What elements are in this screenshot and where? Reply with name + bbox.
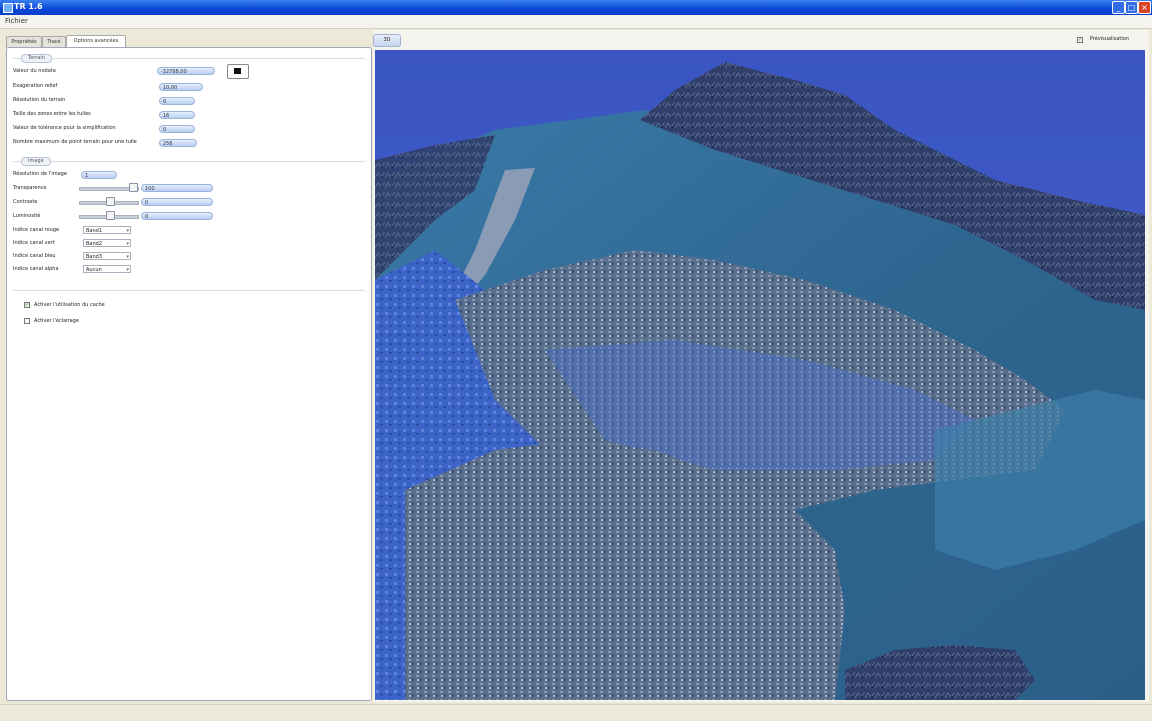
status-bar <box>0 704 1152 721</box>
minimize-button[interactable]: _ <box>1112 1 1125 14</box>
properties-panel: Propriétés Tracé Options avancées Terrai… <box>3 30 372 702</box>
image-resolution-field[interactable]: 1 <box>81 171 117 179</box>
alpha-channel-select[interactable]: Aucun ▾ <box>83 265 131 273</box>
tab-3d-view[interactable]: 3D <box>373 34 401 47</box>
green-channel-value: Band2 <box>86 241 103 247</box>
close-button[interactable]: × <box>1138 1 1151 14</box>
terrain-resolution-field[interactable]: 0 <box>159 97 195 105</box>
maximize-button[interactable]: □ <box>1125 1 1138 14</box>
red-channel-value: Band1 <box>86 228 103 234</box>
window-title: TR 1.6 <box>14 2 43 11</box>
menu-file[interactable]: Fichier <box>5 17 28 25</box>
cache-checkbox[interactable]: ✓ <box>24 302 30 308</box>
view-panel: 3D ✓ Prévisualisation <box>373 30 1149 702</box>
relief-field[interactable]: 10,00 <box>159 83 203 91</box>
cache-label: Activer l'utilisation du cache <box>34 302 105 308</box>
tile-zone-label: Taille des zones entre les tuiles <box>13 111 91 117</box>
tile-zone-field[interactable]: 16 <box>159 111 195 119</box>
advanced-options-panel: Terrain Valeur du nodata -32768,00 Exagé… <box>6 47 372 701</box>
lighting-checkbox[interactable] <box>24 318 30 324</box>
max-points-field[interactable]: 256 <box>159 139 197 147</box>
chevron-down-icon: ▾ <box>126 228 129 234</box>
terrain-render <box>375 50 1145 700</box>
relief-label: Exagération relief <box>13 83 58 89</box>
menubar: Fichier <box>0 15 1152 29</box>
window-titlebar: TR 1.6 _ □ × <box>0 0 1152 15</box>
transparency-slider-thumb[interactable] <box>129 183 138 192</box>
contrast-field[interactable]: 0 <box>141 198 213 206</box>
terrain-resolution-label: Résolution du terrain <box>13 97 66 103</box>
red-channel-label: Indice canal rouge <box>13 227 60 233</box>
prerender-checkbox[interactable]: ✓ <box>1077 37 1083 43</box>
lighting-label: Activer l'éclairage <box>34 318 79 324</box>
3d-terrain-viewport[interactable] <box>375 50 1145 700</box>
blue-channel-select[interactable]: Band3 ▾ <box>83 252 131 260</box>
transparency-label: Transparence <box>13 185 47 191</box>
green-channel-label: Indice canal vert <box>13 240 55 246</box>
nodata-color-button[interactable] <box>227 64 249 79</box>
divider <box>13 161 365 162</box>
chevron-down-icon: ▾ <box>126 267 129 273</box>
brightness-slider-thumb[interactable] <box>106 211 115 220</box>
contrast-slider-thumb[interactable] <box>106 197 115 206</box>
tolerance-field[interactable]: 0 <box>159 125 195 133</box>
tolerance-label: Valeur de tolérance pour la simplificati… <box>13 125 116 131</box>
transparency-field[interactable]: 100 <box>141 184 213 192</box>
brightness-field[interactable]: 0 <box>141 212 213 220</box>
nodata-field[interactable]: -32768,00 <box>157 67 215 75</box>
brightness-label: Luminosité <box>13 213 41 219</box>
green-channel-select[interactable]: Band2 ▾ <box>83 239 131 247</box>
chevron-down-icon: ▾ <box>126 241 129 247</box>
prerender-label: Prévisualisation <box>1089 36 1129 42</box>
contrast-label: Contraste <box>13 199 38 205</box>
alpha-channel-label: Indice canal alpha <box>13 266 59 272</box>
app-icon <box>3 3 13 13</box>
image-section-title: Image <box>21 157 51 166</box>
divider <box>13 58 365 59</box>
blue-channel-value: Band3 <box>86 254 103 260</box>
terrain-section-title: Terrain <box>21 54 52 63</box>
color-swatch <box>234 68 241 74</box>
blue-channel-label: Indice canal bleu <box>13 253 56 259</box>
max-points-label: Nombre maximum de point terrain pour une… <box>13 139 137 145</box>
divider <box>13 290 365 291</box>
red-channel-select[interactable]: Band1 ▾ <box>83 226 131 234</box>
nodata-label: Valeur du nodata <box>13 68 56 74</box>
alpha-channel-value: Aucun <box>86 267 102 273</box>
image-resolution-label: Résolution de l'image <box>13 171 67 177</box>
chevron-down-icon: ▾ <box>126 254 129 260</box>
